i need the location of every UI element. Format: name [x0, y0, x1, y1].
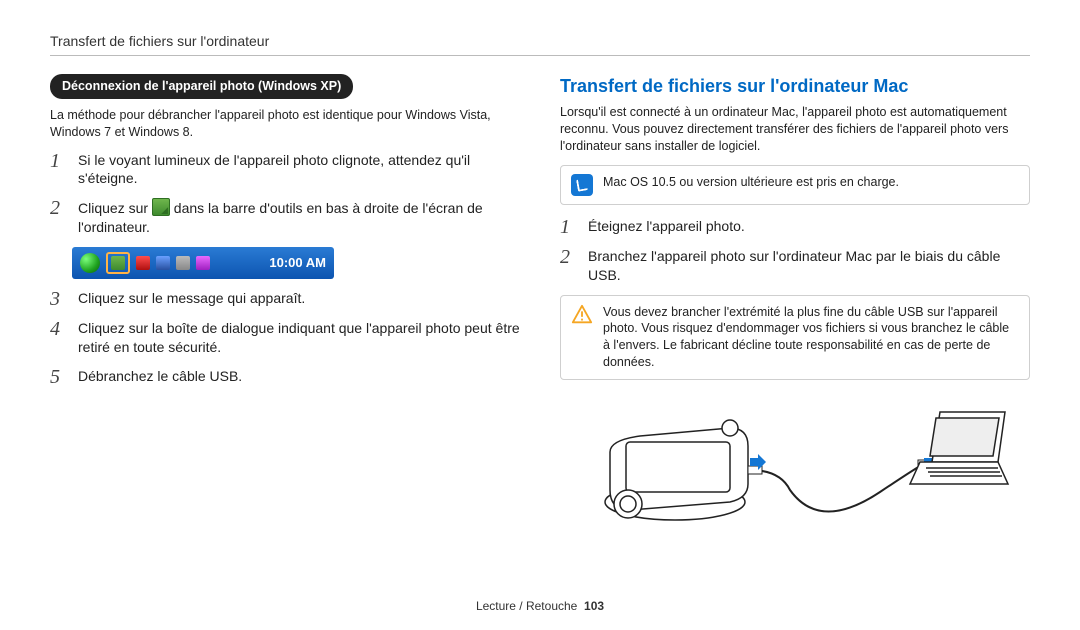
- right-steps: 1 Éteignez l'appareil photo. 2 Branchez …: [560, 217, 1030, 285]
- header-rule: [50, 55, 1030, 56]
- step-text: Cliquez sur le message qui apparaît.: [78, 289, 305, 308]
- right-intro: Lorsqu'il est connecté à un ordinateur M…: [560, 104, 1030, 155]
- step-text: Cliquez sur dans la barre d'outils en ba…: [78, 198, 520, 237]
- usb-connection-diagram: [560, 392, 1030, 537]
- right-heading: Transfert de fichiers sur l'ordinateur M…: [560, 74, 1030, 98]
- page-footer: Lecture / Retouche 103: [0, 598, 1080, 614]
- step-1: 1 Si le voyant lumineux de l'appareil ph…: [50, 151, 520, 189]
- footer-section: Lecture / Retouche: [476, 599, 577, 613]
- step-text: Débranchez le câble USB.: [78, 367, 242, 386]
- step-number: 4: [50, 319, 68, 339]
- step2-pre: Cliquez sur: [78, 200, 152, 216]
- step-number: 1: [50, 151, 68, 171]
- safely-remove-hardware-icon: [152, 198, 170, 216]
- step-4: 4 Cliquez sur la boîte de dialogue indiq…: [50, 319, 520, 357]
- warning-note-text: Vous devez brancher l'extrémité la plus …: [603, 304, 1019, 372]
- warning-icon: [571, 304, 593, 326]
- security-shield-icon: [136, 256, 150, 270]
- step-5: 5 Débranchez le câble USB.: [50, 367, 520, 387]
- network-icon: [196, 256, 210, 270]
- camera-to-laptop-diagram-svg: [580, 392, 1010, 532]
- footer-page-number: 103: [584, 599, 604, 613]
- taskbar-clock: 10:00 AM: [269, 254, 326, 272]
- step-text: Cliquez sur la boîte de dialogue indiqua…: [78, 319, 520, 357]
- manual-page: Transfert de fichiers sur l'ordinateur D…: [0, 0, 1080, 630]
- volume-icon: [176, 256, 190, 270]
- display-icon: [156, 256, 170, 270]
- step-number: 5: [50, 367, 68, 387]
- right-column: Transfert de fichiers sur l'ordinateur M…: [560, 74, 1030, 537]
- left-column: Déconnexion de l'appareil photo (Windows…: [50, 74, 520, 537]
- step-number: 2: [560, 247, 578, 267]
- step-1: 1 Éteignez l'appareil photo.: [560, 217, 1030, 237]
- step-number: 3: [50, 289, 68, 309]
- info-note-box: Mac OS 10.5 ou version ultérieure est pr…: [560, 165, 1030, 205]
- step-text: Branchez l'appareil photo sur l'ordinate…: [588, 247, 1030, 285]
- step-2: 2 Branchez l'appareil photo sur l'ordina…: [560, 247, 1030, 285]
- info-icon: [571, 174, 593, 196]
- safely-remove-hardware-icon: [111, 256, 125, 270]
- warning-note-box: Vous devez brancher l'extrémité la plus …: [560, 295, 1030, 381]
- step-3: 3 Cliquez sur le message qui apparaît.: [50, 289, 520, 309]
- subsection-pill: Déconnexion de l'appareil photo (Windows…: [50, 74, 353, 99]
- step-number: 1: [560, 217, 578, 237]
- running-header: Transfert de fichiers sur l'ordinateur: [50, 32, 1030, 51]
- step-text: Si le voyant lumineux de l'appareil phot…: [78, 151, 520, 189]
- step-number: 2: [50, 198, 68, 218]
- tray-highlight-box: [106, 252, 130, 274]
- windows-taskbar-screenshot: 10:00 AM: [72, 247, 334, 279]
- left-intro: La méthode pour débrancher l'appareil ph…: [50, 107, 520, 141]
- two-column-layout: Déconnexion de l'appareil photo (Windows…: [50, 74, 1030, 537]
- left-steps-continued: 3 Cliquez sur le message qui apparaît. 4…: [50, 289, 520, 387]
- info-note-text: Mac OS 10.5 ou version ultérieure est pr…: [603, 174, 899, 191]
- step-text: Éteignez l'appareil photo.: [588, 217, 745, 236]
- step-2: 2 Cliquez sur dans la barre d'outils en …: [50, 198, 520, 237]
- start-button-icon: [80, 253, 100, 273]
- left-steps: 1 Si le voyant lumineux de l'appareil ph…: [50, 151, 520, 238]
